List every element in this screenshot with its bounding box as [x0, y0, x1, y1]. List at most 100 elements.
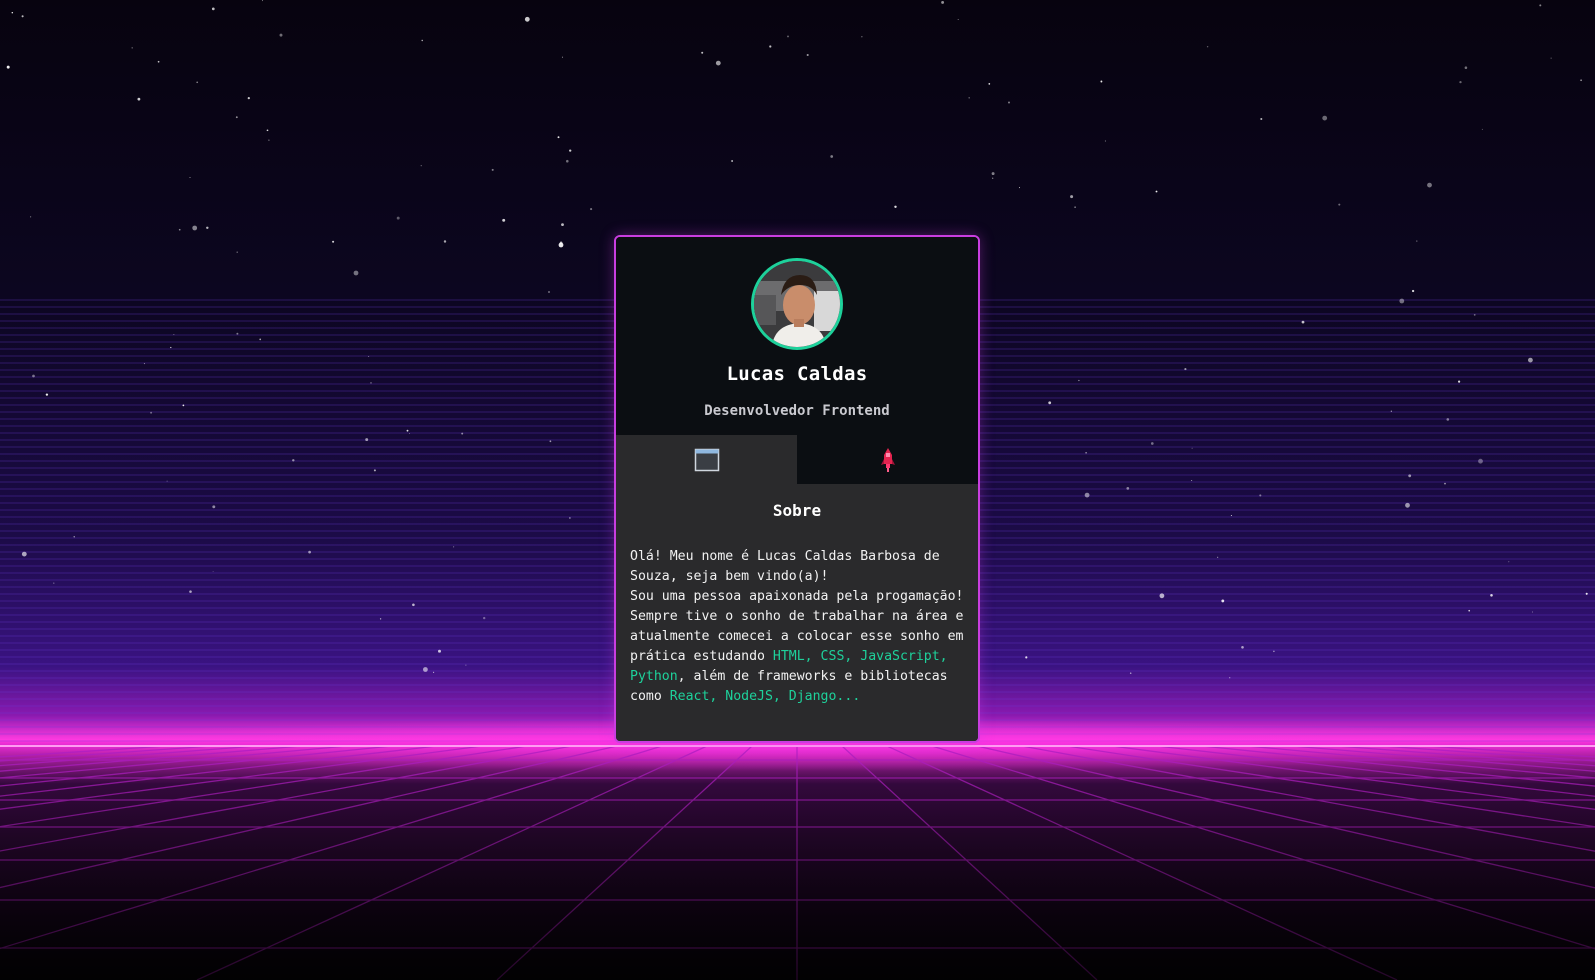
star — [957, 18, 959, 21]
star — [1085, 452, 1087, 454]
star — [968, 97, 970, 99]
star — [1464, 66, 1468, 69]
star — [941, 0, 945, 4]
star — [1025, 656, 1028, 659]
star — [1399, 298, 1405, 304]
star — [1528, 357, 1533, 363]
star — [189, 590, 192, 593]
star — [1550, 57, 1552, 59]
star — [461, 432, 464, 435]
star — [1048, 401, 1052, 405]
star — [806, 53, 809, 57]
star — [453, 546, 455, 548]
star — [166, 480, 168, 482]
star — [32, 374, 35, 378]
star — [1338, 203, 1341, 206]
star — [1458, 380, 1461, 383]
star — [157, 60, 160, 63]
star — [353, 270, 359, 276]
star — [379, 618, 382, 620]
star — [1008, 101, 1010, 104]
star — [423, 667, 428, 672]
star — [557, 136, 560, 139]
star — [236, 251, 238, 253]
star — [131, 47, 133, 49]
star — [569, 517, 571, 519]
star — [6, 65, 10, 69]
star — [483, 616, 486, 620]
star — [1405, 502, 1410, 508]
star — [373, 469, 376, 472]
star — [308, 550, 311, 554]
star — [1416, 240, 1418, 242]
star — [1184, 368, 1187, 371]
star — [1084, 492, 1090, 498]
card-header: Lucas Caldas Desenvolvedor Frontend — [616, 237, 978, 435]
star — [1322, 115, 1328, 121]
star — [1508, 561, 1510, 563]
star — [1273, 650, 1275, 653]
star — [715, 60, 721, 66]
star — [1100, 80, 1103, 83]
star — [173, 334, 175, 336]
star — [561, 223, 564, 227]
star — [547, 290, 551, 294]
star — [491, 168, 494, 171]
star — [143, 363, 145, 365]
star — [206, 226, 209, 230]
star — [266, 129, 269, 132]
star — [1104, 140, 1106, 142]
star — [1217, 556, 1219, 558]
star — [1478, 458, 1483, 464]
tab-about[interactable] — [616, 435, 797, 484]
tab-projects[interactable] — [797, 435, 978, 484]
star — [1230, 514, 1232, 517]
synthwave-background: Lucas Caldas Desenvolvedor Frontend Sobr… — [0, 0, 1595, 980]
star — [332, 240, 335, 243]
star — [443, 240, 447, 243]
star — [21, 15, 24, 18]
star — [236, 332, 239, 335]
star — [421, 39, 423, 42]
star — [1019, 187, 1020, 189]
star — [182, 404, 185, 407]
star — [566, 159, 569, 163]
star — [268, 139, 270, 141]
star — [150, 411, 153, 414]
about-intro: Olá! Meu nome é Lucas Caldas Barbosa de … — [630, 549, 940, 584]
star — [1229, 677, 1231, 679]
rocket-icon — [880, 447, 895, 472]
star — [365, 438, 369, 442]
profile-role: Desenvolvedor Frontend — [704, 403, 890, 419]
star — [502, 218, 506, 222]
star — [170, 346, 172, 349]
window-icon — [694, 448, 719, 471]
avatar-photo — [754, 261, 840, 347]
star — [137, 97, 141, 101]
star — [590, 208, 593, 211]
star — [1159, 593, 1165, 599]
profile-name: Lucas Caldas — [726, 363, 868, 385]
star — [212, 505, 216, 509]
star — [420, 165, 422, 167]
star — [212, 571, 214, 572]
star — [11, 11, 14, 14]
star — [1155, 190, 1158, 193]
profile-card: Lucas Caldas Desenvolvedor Frontend Sobr… — [614, 235, 980, 743]
tab-bar — [616, 435, 978, 484]
star — [412, 603, 415, 607]
star — [1459, 80, 1462, 84]
star — [438, 649, 441, 653]
about-section: Sobre Olá! Meu nome é Lucas Caldas Barbo… — [616, 484, 978, 741]
star — [178, 228, 181, 231]
star — [731, 160, 733, 162]
star — [1390, 410, 1392, 412]
star — [894, 205, 897, 209]
star — [45, 393, 49, 396]
star — [1241, 645, 1244, 649]
star — [192, 225, 198, 231]
star — [569, 149, 572, 152]
avatar — [751, 258, 843, 350]
star — [561, 56, 564, 58]
star — [262, 0, 263, 2]
